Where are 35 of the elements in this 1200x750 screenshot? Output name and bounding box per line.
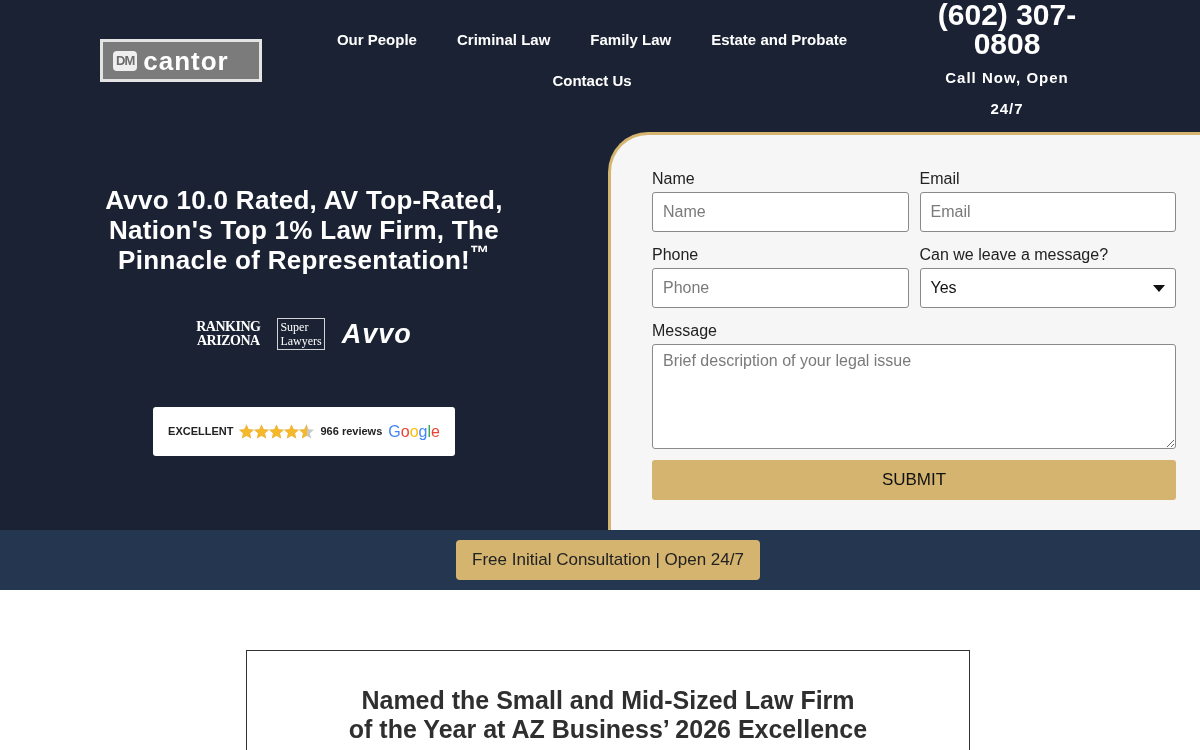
consultation-button[interactable]: Free Initial Consultation | Open 24/7 (456, 540, 760, 580)
award-heading: Named the Small and Mid-Sized Law Firm of the Year at AZ Business’ 2026 Excellence (347, 686, 869, 744)
availability-text: Call Now, Open 24/7 (944, 68, 1070, 119)
nav-link[interactable]: Our People (336, 28, 417, 52)
star-icon (299, 424, 315, 439)
text-field[interactable]: Phone (652, 268, 909, 308)
review-badge[interactable]: EXCELLENT 966 reviews Google (153, 407, 455, 456)
field-label: Can we leave a message? (919, 246, 1110, 264)
star-icon (284, 424, 300, 439)
review-count: 966 reviews (320, 424, 383, 440)
field-label: Phone (652, 246, 700, 264)
nav-link[interactable]: Criminal Law (456, 28, 551, 52)
avvo-logo: Avvo (341, 320, 412, 348)
text-field[interactable]: Email (919, 192, 1176, 232)
select-field[interactable]: Yes (919, 268, 1176, 308)
nav-link[interactable]: Estate and Probate (711, 28, 848, 52)
submit-button[interactable]: SUBMIT (652, 460, 1176, 500)
super-lawyers-logo: Super Lawyers (277, 318, 325, 350)
caret-icon (1153, 284, 1165, 292)
logo[interactable]: DM cantor (100, 39, 262, 82)
star-icon (269, 424, 285, 439)
star-icon (239, 424, 255, 439)
field-label: Message (652, 322, 718, 340)
google-logo: Google (388, 423, 440, 440)
field-label: Name (652, 170, 696, 188)
text-field[interactable]: Name (652, 192, 909, 232)
ranking-arizona-logo: RANKING ARIZONA (196, 320, 261, 348)
field-label: Email (919, 170, 961, 188)
phone-link[interactable]: (602) 307-0808 (934, 0, 1080, 58)
nav-link[interactable]: Contact Us (552, 69, 632, 93)
star-icon (254, 424, 270, 439)
hero-headline: Avvo 10.0 Rated, AV Top-Rated, Nation's Top 1% Law Firm, The Pinnacle of Representation!$^{™}$ (104, 185, 504, 275)
rating-label: EXCELLENT (168, 424, 234, 440)
message-field[interactable]: Brief description of your legal issue (652, 344, 1176, 449)
nav-link[interactable]: Family Law (590, 28, 672, 52)
